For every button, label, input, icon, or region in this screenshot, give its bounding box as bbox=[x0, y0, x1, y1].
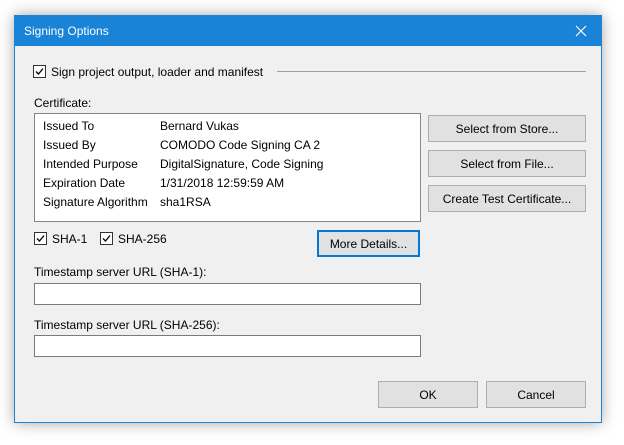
window-title: Signing Options bbox=[24, 24, 109, 38]
signing-options-dialog: Signing Options Sign project output, loa… bbox=[14, 15, 602, 423]
group-divider bbox=[277, 71, 586, 72]
sha256-checkbox[interactable] bbox=[100, 232, 113, 245]
sign-checkbox-label[interactable]: Sign project output, loader and manifest bbox=[51, 65, 263, 79]
checkmark-icon bbox=[102, 235, 111, 242]
create-test-certificate-button[interactable]: Create Test Certificate... bbox=[428, 185, 586, 212]
timestamp-sha256-label: Timestamp server URL (SHA-256): bbox=[34, 318, 220, 332]
sha1-checkbox[interactable] bbox=[34, 232, 47, 245]
checkmark-icon bbox=[36, 235, 45, 242]
sha1-checkbox-label[interactable]: SHA-1 bbox=[52, 232, 87, 246]
certificate-key: Issued By bbox=[43, 138, 96, 152]
ok-button[interactable]: OK bbox=[378, 381, 478, 408]
certificate-key: Issued To bbox=[43, 119, 95, 133]
certificate-key: Intended Purpose bbox=[43, 157, 138, 171]
certificate-row: Intended Purpose DigitalSignature, Code … bbox=[43, 157, 413, 175]
certificate-value: 1/31/2018 12:59:59 AM bbox=[160, 176, 285, 190]
certificate-row: Issued By COMODO Code Signing CA 2 bbox=[43, 138, 413, 156]
select-from-file-button[interactable]: Select from File... bbox=[428, 150, 586, 177]
close-button[interactable] bbox=[561, 16, 601, 46]
timestamp-sha1-input[interactable] bbox=[34, 283, 421, 305]
certificate-value: sha1RSA bbox=[160, 195, 211, 209]
certificate-row: Expiration Date 1/31/2018 12:59:59 AM bbox=[43, 176, 413, 194]
more-details-button[interactable]: More Details... bbox=[317, 230, 420, 257]
select-from-store-button[interactable]: Select from Store... bbox=[428, 115, 586, 142]
cancel-button[interactable]: Cancel bbox=[486, 381, 586, 408]
certificate-key: Signature Algorithm bbox=[43, 195, 148, 209]
sha256-checkbox-label[interactable]: SHA-256 bbox=[118, 232, 167, 246]
certificate-value: COMODO Code Signing CA 2 bbox=[160, 138, 321, 152]
checkmark-icon bbox=[35, 68, 44, 75]
close-icon bbox=[575, 25, 587, 37]
certificate-info-box: Issued To Bernard Vukas Issued By COMODO… bbox=[34, 113, 421, 222]
timestamp-sha256-input[interactable] bbox=[34, 335, 421, 357]
timestamp-sha1-label: Timestamp server URL (SHA-1): bbox=[34, 265, 207, 279]
sign-checkbox[interactable] bbox=[33, 65, 46, 78]
certificate-row: Signature Algorithm sha1RSA bbox=[43, 195, 413, 213]
certificate-key: Expiration Date bbox=[43, 176, 126, 190]
certificate-label: Certificate: bbox=[34, 96, 92, 110]
certificate-value: Bernard Vukas bbox=[160, 119, 239, 133]
certificate-value: DigitalSignature, Code Signing bbox=[160, 157, 324, 171]
certificate-row: Issued To Bernard Vukas bbox=[43, 119, 413, 137]
title-bar: Signing Options bbox=[15, 16, 601, 46]
